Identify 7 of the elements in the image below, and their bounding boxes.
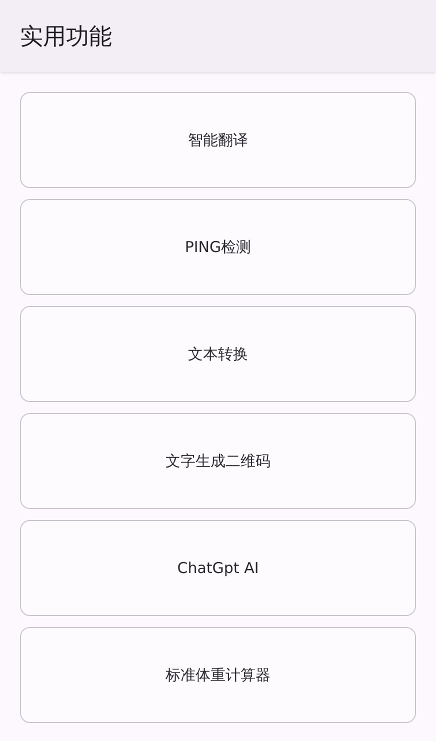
feature-card[interactable]: ChatGpt AI bbox=[20, 520, 416, 616]
feature-card[interactable]: PING检测 bbox=[20, 199, 416, 295]
feature-card[interactable]: 文本转换 bbox=[20, 306, 416, 402]
feature-card[interactable]: 智能翻译 bbox=[20, 92, 416, 188]
page-title: 实用功能 bbox=[20, 22, 112, 52]
feature-card[interactable]: 标准体重计算器 bbox=[20, 627, 416, 723]
feature-card[interactable]: 文字生成二维码 bbox=[20, 413, 416, 509]
